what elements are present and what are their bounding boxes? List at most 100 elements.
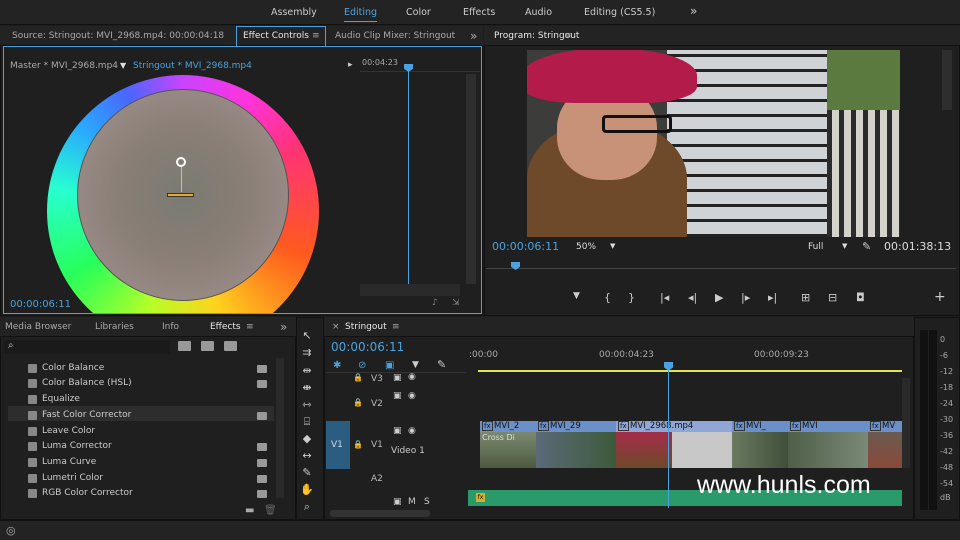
effect-item[interactable]: RGB Color Corrector [28, 488, 133, 498]
eye-icon[interactable]: ◉ [408, 426, 416, 436]
resolution-chevron-icon[interactable]: ▼ [842, 242, 847, 250]
close-tab-icon[interactable]: × [332, 322, 340, 332]
32bit-effects-icon[interactable] [201, 341, 214, 351]
sync-lock-icon[interactable]: ▣ [393, 497, 402, 507]
mark-out-icon[interactable]: } [628, 291, 635, 304]
lock-icon[interactable]: 🔒 [353, 398, 363, 407]
timeline-menu-icon[interactable]: ≡ [392, 322, 400, 332]
mute-button[interactable]: M [408, 497, 416, 507]
timeline-clip[interactable]: MVI_29 [536, 421, 616, 468]
zoom-chevron-icon[interactable]: ▼ [610, 242, 615, 250]
ec-timecode[interactable]: 00:00:06:11 [10, 299, 71, 310]
tab-effect-controls[interactable]: Effect Controls [243, 31, 309, 41]
creative-cloud-icon[interactable]: ◎ [6, 524, 16, 537]
selection-tool-icon[interactable]: ↖ [300, 329, 314, 343]
sync-lock-icon[interactable]: ▣ [393, 426, 402, 436]
sequence-clip-label[interactable]: Stringout * MVI_2968.mp4 [133, 61, 252, 71]
new-bin-icon[interactable]: ▬ [245, 505, 254, 516]
effect-item[interactable]: Luma Corrector [28, 441, 112, 451]
marker-icon[interactable]: ▼ [573, 291, 580, 301]
timeline-clip-selected[interactable]: MVI_2968.mp4 [616, 421, 732, 468]
tab-stringout[interactable]: Stringout [345, 322, 387, 332]
balance-handle[interactable] [176, 157, 186, 167]
rate-stretch-tool-icon[interactable]: ⇿ [300, 398, 314, 412]
tab-menu-icon[interactable]: ≡ [312, 31, 320, 41]
go-to-out-icon[interactable]: ▸| [768, 291, 777, 304]
tab-info[interactable]: Info [162, 322, 179, 332]
effect-item[interactable]: Color Balance [27, 363, 104, 373]
lock-icon[interactable]: 🔒 [353, 440, 363, 449]
workspace-assembly[interactable]: Assembly [271, 7, 317, 18]
workspace-audio[interactable]: Audio [525, 7, 552, 18]
program-timecode[interactable]: 00:00:06:11 [492, 240, 559, 253]
snap-icon[interactable]: ✱ [333, 360, 341, 371]
track-a2-label[interactable]: A2 [371, 474, 383, 484]
timeline-clip[interactable]: MVI_2 Cross Di [480, 421, 536, 468]
timeline-timecode[interactable]: 00:00:06:11 [331, 340, 404, 354]
zoom-select[interactable]: 50% [576, 242, 596, 252]
step-back-icon[interactable]: ◂| [688, 291, 697, 304]
razor-tool-icon[interactable]: ⌸ [300, 415, 314, 429]
workspace-effects[interactable]: Effects [463, 7, 495, 18]
export-icon[interactable]: ⇲ [452, 298, 460, 308]
linked-selection-icon[interactable]: ⊘ [358, 360, 366, 371]
marker-drop-icon[interactable]: ▼ [412, 360, 419, 370]
trash-icon[interactable]: 🗑 [264, 505, 277, 516]
lift-icon[interactable]: ⊞ [801, 291, 810, 304]
lock-icon[interactable]: 🔒 [353, 373, 363, 382]
track-v3-label[interactable]: V3 [371, 374, 383, 384]
solo-button[interactable]: S [424, 497, 430, 507]
timeline-hscroll[interactable] [330, 510, 430, 517]
step-forward-icon[interactable]: |▸ [741, 291, 750, 304]
resolution-select[interactable]: Full [808, 242, 823, 252]
master-clip-label[interactable]: Master * MVI_2968.mp4 [10, 61, 118, 71]
source-v1-label[interactable]: V1 [331, 440, 343, 450]
effects-more-tabs-icon[interactable]: » [280, 320, 287, 334]
program-scrollbar[interactable] [942, 50, 952, 110]
slip-tool-icon[interactable]: ◆ [300, 432, 314, 446]
timeline-settings-icon[interactable]: ✎ [437, 358, 446, 371]
eye-icon[interactable]: ◉ [408, 391, 416, 401]
yuv-effects-icon[interactable] [224, 341, 237, 351]
program-video-frame[interactable] [527, 50, 900, 237]
effect-item[interactable]: Equalize [28, 394, 80, 404]
workspace-editing[interactable]: Editing [344, 7, 378, 22]
ripple-edit-tool-icon[interactable]: ⇹ [300, 364, 314, 378]
effect-item[interactable]: Fast Color Corrector [27, 410, 131, 420]
ec-scrollbar[interactable] [466, 74, 476, 284]
sync-lock-icon[interactable]: ▣ [393, 391, 402, 401]
effects-scrollbar[interactable] [276, 358, 284, 498]
effects-search-input[interactable]: ⌕ [4, 340, 170, 354]
transition-label[interactable]: Cross Di [482, 433, 515, 442]
more-tabs-icon[interactable]: » [470, 29, 477, 43]
tab-effects[interactable]: Effects [210, 322, 241, 332]
ec-zoom-bar[interactable] [360, 284, 460, 296]
rolling-edit-tool-icon[interactable]: ⇼ [300, 381, 314, 395]
chevron-down-icon[interactable]: ▼ [120, 61, 126, 70]
hand-tool-icon[interactable]: ✋ [300, 483, 314, 497]
work-area-bar[interactable] [478, 370, 902, 372]
wrench-icon[interactable]: ✎ [862, 240, 871, 253]
more-workspaces-icon[interactable]: » [690, 4, 697, 18]
play-icon[interactable]: ▶ [715, 291, 723, 304]
zoom-tool-icon[interactable]: ⌕ [300, 500, 314, 514]
accelerated-effects-icon[interactable] [178, 341, 191, 351]
effects-menu-icon[interactable]: ≡ [246, 322, 254, 332]
track-select-tool-icon[interactable]: ⇉ [300, 346, 314, 360]
effect-item[interactable]: Lumetri Color [28, 473, 103, 483]
extract-icon[interactable]: ⊟ [828, 291, 837, 304]
timeline-clip[interactable]: MV [868, 421, 902, 468]
add-button-icon[interactable]: + [934, 289, 946, 305]
audio-icon[interactable]: ♪ [432, 298, 438, 308]
mark-in-icon[interactable]: { [604, 291, 611, 304]
timeline-clip[interactable]: MVI [788, 421, 868, 468]
tab-source[interactable]: Source: Stringout: MVI_2968.mp4: 00:00:0… [12, 31, 224, 41]
go-to-in-icon[interactable]: |◂ [660, 291, 669, 304]
sync-lock-icon[interactable]: ▣ [393, 373, 402, 383]
workspace-editing-cs55[interactable]: Editing (CS5.5) [584, 7, 655, 18]
track-v1-label[interactable]: V1 [371, 440, 383, 450]
program-menu-icon[interactable]: ≡ [564, 31, 572, 41]
track-v2-label[interactable]: V2 [371, 399, 383, 409]
pen-tool-icon[interactable]: ✎ [300, 466, 314, 480]
slide-tool-icon[interactable]: ↔ [300, 449, 314, 463]
